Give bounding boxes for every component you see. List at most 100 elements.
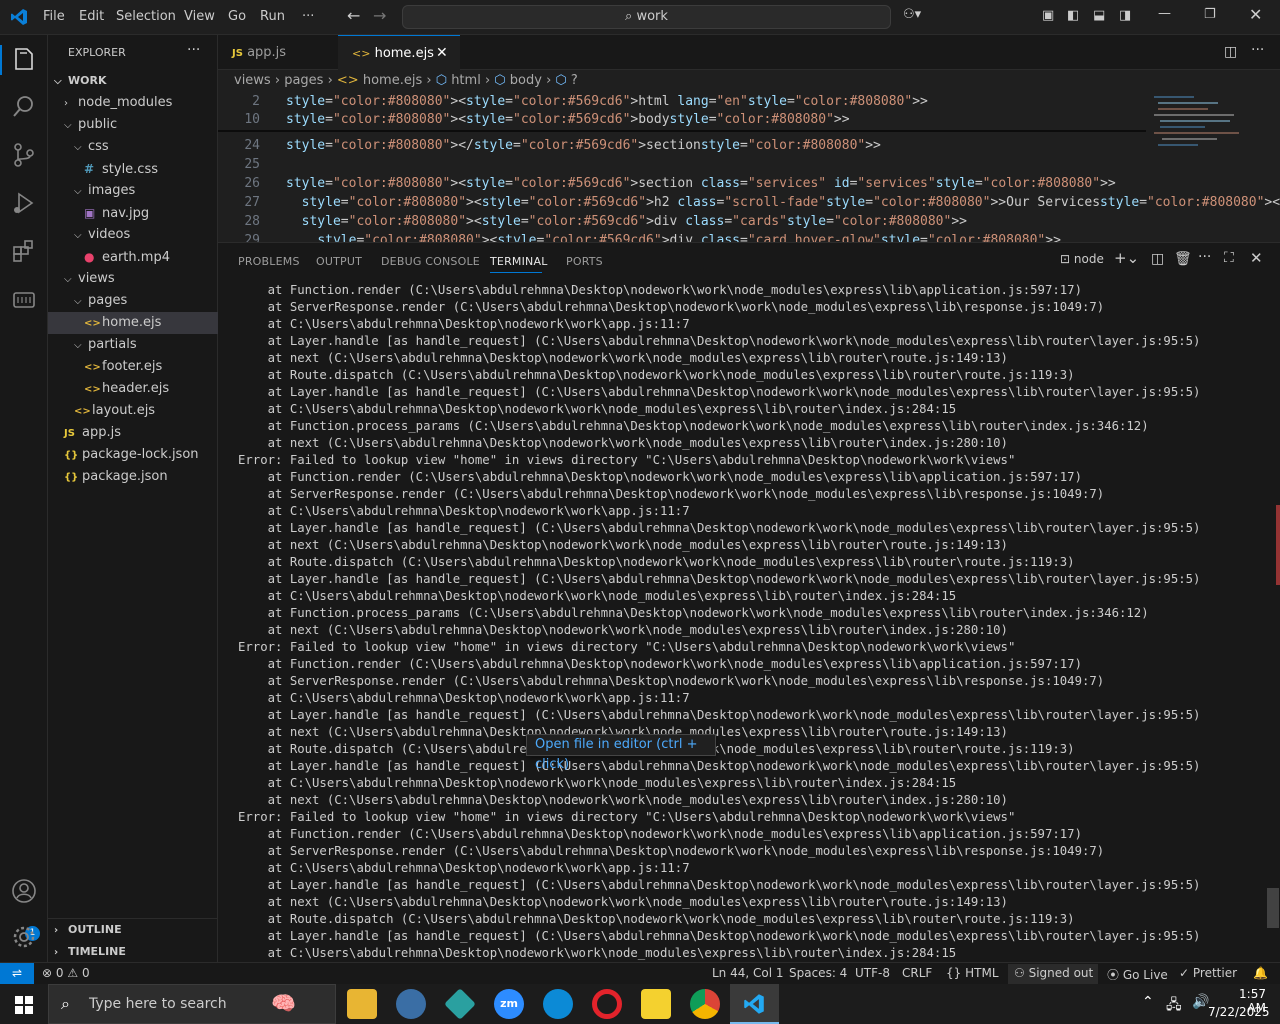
code-line[interactable]: style="color:#808080"><style="color:#569…	[286, 112, 850, 127]
command-center-search[interactable]: ⌕ work	[402, 5, 891, 29]
tree-file[interactable]: {} package-lock.json	[48, 444, 218, 466]
code-line[interactable]: style="color:#808080"><style="color:#569…	[286, 214, 967, 229]
remote-explorer-icon[interactable]	[10, 285, 38, 313]
terminal-error-line[interactable]: Error: Failed to lookup view "home" in v…	[238, 452, 1015, 469]
scrollbar-thumb[interactable]	[1267, 888, 1279, 928]
terminal-line[interactable]: at C:\Users\abdulrehmna\Desktop\nodework…	[238, 401, 957, 418]
tab-ports[interactable]: PORTS	[566, 255, 603, 268]
file-explorer-app-icon[interactable]	[347, 989, 377, 1019]
panel-more-icon[interactable]: ···	[1198, 249, 1211, 265]
editor-more-icon[interactable]: ···	[1251, 42, 1264, 58]
back-arrow-icon[interactable]: ←	[347, 6, 360, 25]
terminal-line[interactable]: at ServerResponse.render (C:\Users\abdul…	[238, 486, 1105, 503]
tree-folder[interactable]: ⌵ pages	[48, 290, 218, 312]
terminal-error-line[interactable]: Error: Failed to lookup view "home" in v…	[238, 809, 1015, 826]
source-control-icon[interactable]	[10, 141, 38, 169]
new-terminal-icon[interactable]: +⌄	[1114, 249, 1139, 267]
windows-start-icon[interactable]	[15, 996, 33, 1014]
split-editor-icon[interactable]: ◫	[1224, 44, 1237, 60]
terminal-error-line[interactable]: Error: Failed to lookup view "home" in v…	[238, 639, 1015, 656]
terminal-line[interactable]: at Function.process_params (C:\Users\abd…	[238, 605, 1149, 622]
copilot-icon[interactable]: ⚇▾	[903, 7, 921, 22]
accounts-icon[interactable]	[10, 877, 38, 905]
tree-folder[interactable]: ⌵ css	[48, 136, 218, 158]
terminal-output[interactable]: at Function.render (C:\Users\abdulrehmna…	[238, 282, 1278, 962]
opera-browser-icon[interactable]	[592, 989, 622, 1019]
code-line[interactable]: style="color:#808080"><style="color:#569…	[286, 233, 1061, 242]
toggle-panel-icon[interactable]: ⬓	[1093, 8, 1105, 23]
trash-icon[interactable]: 🗑	[1174, 251, 1192, 267]
terminal-line[interactable]: at C:\Users\abdulrehmna\Desktop\nodework…	[238, 503, 690, 520]
terminal-line[interactable]: at Function.render (C:\Users\abdulrehmna…	[238, 656, 1082, 673]
code-line[interactable]: style="color:#808080"><style="color:#569…	[286, 176, 1116, 191]
taskbar-search[interactable]: ⌕ Type here to search 🧠	[48, 984, 336, 1024]
tree-folder[interactable]: ⌵ videos	[48, 224, 218, 246]
terminal-line[interactable]: at Layer.handle [as handle_request] (C:\…	[238, 333, 1201, 350]
terminal-line[interactable]: at Function.render (C:\Users\abdulrehmna…	[238, 826, 1082, 843]
signed-out[interactable]: ⚇ Signed out	[1014, 966, 1093, 980]
tree-folder[interactable]: ⌵ public	[48, 114, 218, 136]
tree-file[interactable]: <>layout.ejs	[48, 400, 218, 422]
terminal-line[interactable]: at C:\Users\abdulrehmna\Desktop\nodework…	[238, 860, 690, 877]
terminal-line[interactable]: at Route.dispatch (C:\Users\abdulrehmna\…	[238, 911, 1075, 928]
workspace-root[interactable]: ⌵ WORK	[54, 70, 106, 92]
terminal-line[interactable]: at C:\Users\abdulrehmna\Desktop\nodework…	[238, 690, 690, 707]
sticky-notes-icon[interactable]	[641, 989, 671, 1019]
close-window-icon[interactable]: ✕	[1249, 5, 1262, 24]
chrome-browser-icon[interactable]	[690, 989, 720, 1019]
toggle-primary-sidebar-icon[interactable]: ◧	[1067, 8, 1079, 23]
tree-file[interactable]: JS app.js	[48, 422, 218, 444]
tray-chevron-icon[interactable]: ⌃	[1142, 994, 1154, 1010]
close-tab-icon[interactable]: ✕	[436, 36, 448, 71]
outline-section[interactable]: › OUTLINE	[54, 919, 122, 941]
breadcrumb-pages[interactable]: pages	[284, 73, 323, 88]
split-terminal-icon[interactable]: ◫	[1151, 251, 1164, 267]
notifications-bell-icon[interactable]: 🔔	[1253, 966, 1268, 980]
terminal-line[interactable]: at next (C:\Users\abdulrehmna\Desktop\no…	[238, 894, 1008, 911]
terminal-line[interactable]: at C:\Users\abdulrehmna\Desktop\nodework…	[238, 775, 957, 792]
menu-file[interactable]: File	[43, 9, 65, 24]
terminal-line[interactable]: at next (C:\Users\abdulrehmna\Desktop\no…	[238, 350, 1008, 367]
menu-run[interactable]: Run	[260, 9, 285, 24]
tab-debug-console[interactable]: DEBUG CONSOLE	[381, 255, 480, 268]
problems-status[interactable]: ⊗ 0 ⚠ 0	[42, 966, 90, 980]
vscode-taskbar-active[interactable]	[730, 984, 779, 1024]
terminal-line[interactable]: at Layer.handle [as handle_request] (C:\…	[238, 877, 1201, 894]
timeline-section[interactable]: › TIMELINE	[54, 941, 126, 963]
terminal-line[interactable]: at C:\Users\abdulrehmna\Desktop\nodework…	[238, 316, 690, 333]
terminal-line[interactable]: at Layer.handle [as handle_request] (C:\…	[238, 384, 1201, 401]
breadcrumb-body[interactable]: body	[510, 73, 542, 88]
terminal-line[interactable]: at ServerResponse.render (C:\Users\abdul…	[238, 299, 1105, 316]
maximize-panel-icon[interactable]: ⛶	[1224, 250, 1234, 266]
search-activity-icon[interactable]	[10, 93, 38, 121]
menu-edit[interactable]: Edit	[79, 9, 104, 24]
explorer-icon[interactable]	[10, 45, 38, 73]
restore-icon[interactable]: ❐	[1204, 7, 1216, 22]
toggle-secondary-sidebar-icon[interactable]: ◨	[1119, 8, 1131, 23]
breadcrumb-views[interactable]: views	[234, 73, 271, 88]
extensions-icon[interactable]	[10, 237, 38, 265]
network-icon[interactable]: 🖧	[1166, 994, 1182, 1018]
tree-file[interactable]: # style.css	[48, 158, 218, 180]
menu-more[interactable]: ···	[302, 9, 314, 24]
tree-file[interactable]: ● earth.mp4	[48, 246, 218, 268]
terminal-line[interactable]: at Route.dispatch (C:\Users\abdulrehmna\…	[238, 554, 1075, 571]
terminal-line[interactable]: at Function.render (C:\Users\abdulrehmna…	[238, 469, 1082, 486]
terminal-line[interactable]: at ServerResponse.render (C:\Users\abdul…	[238, 843, 1105, 860]
menu-selection[interactable]: Selection	[116, 9, 176, 24]
clock-date[interactable]: 7/22/2025	[1208, 1005, 1270, 1019]
terminal-line[interactable]: at C:\Users\abdulrehmna\Desktop\nodework…	[238, 945, 957, 962]
terminal-line[interactable]: at Layer.handle [as handle_request] (C:\…	[238, 707, 1201, 724]
tree-file[interactable]: ▣ nav.jpg	[48, 202, 218, 224]
forward-arrow-icon[interactable]: →	[373, 6, 386, 25]
terminal-line[interactable]: at Layer.handle [as handle_request] (C:\…	[238, 758, 1201, 775]
tree-file[interactable]: {} package.json	[48, 466, 218, 488]
indentation[interactable]: Spaces: 4	[789, 966, 847, 980]
terminal-line[interactable]: at next (C:\Users\abdulrehmna\Desktop\no…	[238, 622, 1008, 639]
tab-terminal[interactable]: TERMINAL	[490, 255, 548, 268]
terminal-line[interactable]: at Layer.handle [as handle_request] (C:\…	[238, 520, 1201, 537]
terminal-line[interactable]: at next (C:\Users\abdulrehmna\Desktop\no…	[238, 435, 1008, 452]
tab-home-ejs[interactable]: <> home.ejs ✕	[338, 35, 460, 70]
breadcrumb-html[interactable]: html	[451, 73, 481, 88]
menu-view[interactable]: View	[184, 9, 215, 24]
